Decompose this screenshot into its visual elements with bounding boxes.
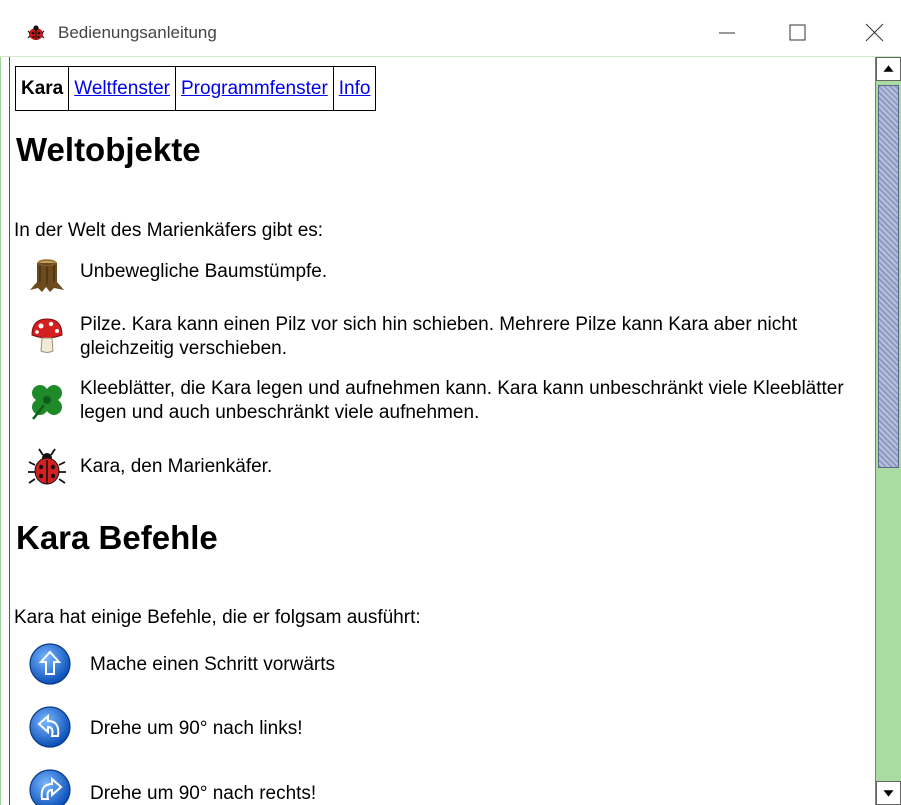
nav-current-kara: Kara <box>16 67 70 110</box>
nav-cell-weltfenster: Weltfenster <box>69 67 176 110</box>
ladybug-icon <box>28 448 66 485</box>
minimize-button[interactable] <box>709 17 745 47</box>
vertical-scrollbar[interactable] <box>875 57 901 805</box>
command-text: Drehe um 90° nach rechts! <box>90 783 317 804</box>
command-text: Drehe um 90° nach links! <box>90 718 303 739</box>
turn-right-icon <box>29 769 71 805</box>
nav-link-info[interactable]: Info <box>339 78 371 100</box>
command-text: Mache einen Schritt vorwärts <box>90 654 335 675</box>
nav-link-programmfenster[interactable]: Programmfenster <box>181 78 328 100</box>
move-forward-icon <box>29 643 71 685</box>
tree-stump-icon <box>30 259 64 292</box>
world-object-item: Kleeblätter, die Kara legen und aufnehme… <box>24 377 864 425</box>
help-content: Kara Weltfenster Programmfenster Info We… <box>10 57 875 805</box>
ladybug-app-icon <box>27 25 45 40</box>
befehle-intro: Kara hat einige Befehle, die er folgsam … <box>14 607 421 628</box>
world-object-text: Kleeblätter, die Kara legen und aufnehme… <box>80 378 844 423</box>
nav-cell-info: Info <box>334 67 377 110</box>
left-border <box>0 57 10 805</box>
world-object-text: Kara, den Marienkäfer. <box>80 456 273 477</box>
world-object-item: Kara, den Marienkäfer. <box>24 443 864 489</box>
maximize-button[interactable] <box>779 17 815 47</box>
nav-cell-programmfenster: Programmfenster <box>176 67 334 110</box>
scroll-down-arrow-icon[interactable] <box>876 781 901 805</box>
heading-weltobjekte: Weltobjekte <box>16 131 201 168</box>
world-object-item: Unbewegliche Baumstümpfe. <box>24 252 864 298</box>
world-object-text: Pilze. Kara kann einen Pilz vor sich hin… <box>80 314 798 359</box>
help-navigation: Kara Weltfenster Programmfenster Info <box>15 66 377 111</box>
world-object-item: Pilze. Kara kann einen Pilz vor sich hin… <box>24 313 864 361</box>
help-viewer: Kara Weltfenster Programmfenster Info We… <box>0 57 901 805</box>
nav-link-weltfenster[interactable]: Weltfenster <box>74 78 170 100</box>
turn-left-icon <box>29 706 71 748</box>
scrollbar-thumb[interactable] <box>878 85 899 468</box>
weltobjekte-intro: In der Welt des Marienkäfers gibt es: <box>14 220 324 241</box>
world-object-text: Unbewegliche Baumstümpfe. <box>80 261 328 282</box>
scroll-up-arrow-icon[interactable] <box>876 57 901 81</box>
window-titlebar: Bedienungsanleitung <box>0 0 901 57</box>
mushroom-icon <box>31 318 63 353</box>
clover-leaf-icon <box>32 385 62 420</box>
window-title: Bedienungsanleitung <box>58 23 217 42</box>
close-button[interactable] <box>857 17 893 47</box>
heading-kara-befehle: Kara Befehle <box>16 519 218 556</box>
